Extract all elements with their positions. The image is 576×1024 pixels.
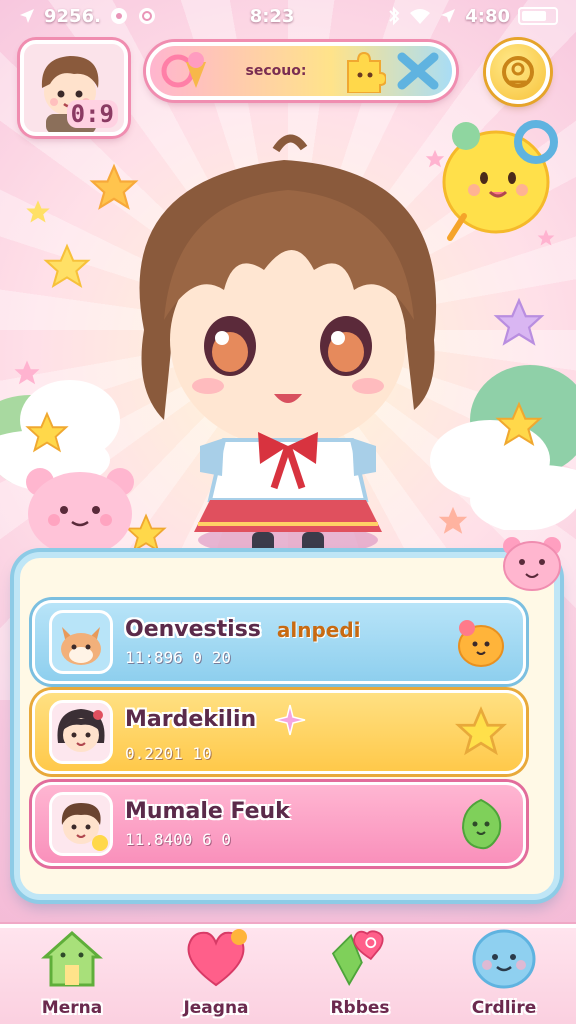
- location-arrow-icon: [20, 9, 34, 23]
- quest-subtext: 11:896 0 20: [125, 648, 231, 667]
- star-icon: [26, 200, 50, 223]
- notification-icon: [110, 8, 127, 24]
- battery-percent: 4:80: [465, 5, 510, 27]
- nav-label: Jeagna: [183, 998, 249, 1018]
- signal-icon: [441, 9, 456, 23]
- quest-portrait: [49, 792, 113, 856]
- quest-title: Mardekilin: [125, 707, 257, 732]
- quest-title: Oenvestiss: [125, 617, 261, 642]
- nav-item-heart[interactable]: Jeagna: [156, 928, 276, 1024]
- quest-portrait: [49, 610, 113, 674]
- nav-label: Rbbes: [330, 998, 390, 1018]
- star-icon: [495, 401, 543, 447]
- quest-reward[interactable]: [453, 704, 509, 760]
- bottom-nav: Merna Jeagna Rbbes Crdlire: [0, 924, 576, 1024]
- nav-item-profile[interactable]: Crdlire: [444, 928, 564, 1024]
- app-notification-icon: [138, 8, 155, 24]
- puzzle-piece-icon: [347, 51, 386, 93]
- star-icon: [25, 411, 69, 453]
- green-leaf-icon: [461, 798, 502, 850]
- quest-title: Mumale Feuk: [125, 799, 290, 824]
- yellow-star-icon: [455, 706, 507, 756]
- star-icon: [43, 243, 91, 289]
- quest-row[interactable]: Oenvestiss alnpedi 11:896 0 20: [32, 600, 526, 684]
- score-bar[interactable]: secouo:: [146, 42, 456, 100]
- heart-icon: [180, 924, 252, 992]
- quest-row[interactable]: Mumale Feuk 11.8400 6 0: [32, 782, 526, 866]
- quest-tag: alnpedi: [276, 617, 361, 642]
- quest-reward[interactable]: [453, 796, 509, 852]
- quest-row[interactable]: Mardekilin 0.2201 10: [32, 690, 526, 774]
- gem-heart-icon: [324, 924, 396, 992]
- brown-hair-boy-icon: [52, 795, 110, 853]
- status-time: 8:23: [249, 5, 295, 27]
- battery-icon: [518, 7, 558, 25]
- star-icon: [493, 297, 545, 346]
- nav-item-home[interactable]: Merna: [12, 928, 132, 1024]
- gold-coin-icon: [502, 56, 534, 88]
- quest-reward[interactable]: [453, 614, 509, 670]
- fox-portrait-icon: [52, 613, 110, 671]
- character-scene: [0, 100, 576, 580]
- pink-pig-icon: [503, 537, 561, 591]
- score-label: secouo:: [245, 63, 307, 79]
- close-x-icon[interactable]: [394, 51, 442, 91]
- wifi-icon: [410, 9, 431, 24]
- house-icon: [36, 924, 108, 992]
- nav-label: Crdlire: [471, 998, 537, 1018]
- ice-cream-icon: [161, 52, 206, 88]
- quest-portrait: [49, 700, 113, 764]
- status-left-text: 9256.: [44, 5, 101, 27]
- quest-subtext: 0.2201 10: [125, 743, 212, 763]
- sparkle-icon: [275, 704, 306, 735]
- nav-item-gems[interactable]: Rbbes: [300, 928, 420, 1024]
- blue-blob-icon: [468, 924, 540, 992]
- star-icon: [14, 360, 40, 385]
- status-bar: 9256. 8:23 4:80: [0, 0, 576, 32]
- dark-hair-girl-icon: [52, 703, 110, 761]
- coin-button[interactable]: [486, 40, 550, 104]
- chibi-girl-icon[interactable]: [104, 120, 472, 570]
- nav-label: Merna: [41, 998, 103, 1018]
- battery-level: [522, 11, 546, 21]
- orange-blob-icon: [458, 620, 504, 667]
- quest-subtext: 11.8400 6 0: [125, 830, 231, 849]
- bluetooth-icon: [389, 6, 400, 26]
